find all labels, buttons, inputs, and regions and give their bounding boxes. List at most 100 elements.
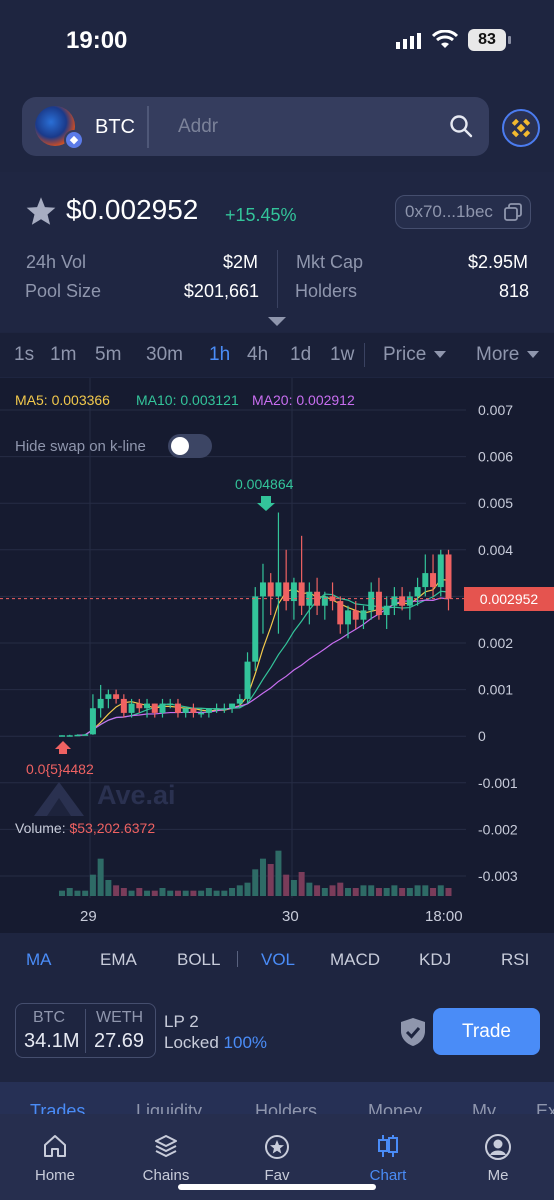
candle-body — [136, 703, 143, 709]
price-dropdown[interactable]: Price — [383, 344, 447, 366]
candle-body — [113, 694, 120, 699]
home-icon[interactable] — [42, 1133, 68, 1159]
y-axis-label: -0.003 — [478, 868, 518, 884]
volume-bar — [174, 890, 181, 896]
ave-logo-icon — [34, 782, 84, 816]
candle-body — [368, 591, 375, 611]
tab-1m[interactable]: 1m — [50, 344, 76, 366]
volume-bar — [128, 890, 135, 896]
copy-icon[interactable] — [503, 202, 523, 222]
indicator-ema[interactable]: EMA — [100, 950, 137, 970]
volume-bar — [437, 885, 444, 896]
volume-bar — [97, 858, 104, 896]
y-axis-label: 0.007 — [478, 402, 513, 418]
chevron-down-icon — [527, 351, 540, 359]
indicator-macd[interactable]: MACD — [330, 950, 380, 970]
volume-bar — [66, 888, 73, 896]
ma10-label: MA10: 0.003121 — [136, 392, 239, 408]
bnb-chain-logo[interactable] — [502, 109, 540, 147]
contract-address: 0x70...1bec — [405, 202, 493, 221]
timeframe-divider — [364, 343, 365, 367]
tab-1s[interactable]: 1s — [14, 344, 34, 366]
search-icon[interactable] — [449, 114, 473, 138]
tab-1h[interactable]: 1h — [209, 344, 230, 366]
volume-bar — [345, 888, 352, 896]
indicator-rsi[interactable]: RSI — [501, 950, 529, 970]
volume-bar — [430, 888, 437, 896]
pool-size-value: $201,661 — [183, 281, 259, 301]
indicator-kdj[interactable]: KDJ — [419, 950, 451, 970]
nav-chains[interactable]: Chains — [126, 1167, 206, 1184]
candle-body — [259, 582, 266, 597]
volume-bar — [244, 882, 251, 896]
candlestick-chart[interactable]: 0.0070.0060.0050.0040.0030.0020.0010-0.0… — [0, 378, 554, 933]
candle-body — [182, 708, 189, 713]
current-price-tag: 0.002952 — [464, 587, 554, 611]
volume-bar — [445, 888, 452, 896]
indicator-boll[interactable]: BOLL — [177, 950, 220, 970]
volume-bar — [82, 890, 89, 896]
candle-body — [190, 708, 197, 713]
home-indicator — [178, 1184, 376, 1190]
candle-body — [221, 708, 228, 710]
person-icon[interactable] — [484, 1133, 512, 1161]
volume-bar — [136, 888, 143, 896]
nav-fav[interactable]: Fav — [237, 1167, 317, 1184]
nav-chart[interactable]: Chart — [348, 1167, 428, 1184]
candle-body — [128, 703, 135, 713]
volume-bar — [352, 888, 359, 896]
y-axis-label: 0.006 — [478, 449, 513, 465]
trade-button[interactable]: Trade — [433, 1008, 540, 1055]
mktcap-value: $2.95M — [467, 252, 528, 272]
volume-bar — [290, 880, 297, 896]
volume-bar — [399, 888, 406, 896]
chevron-down-icon — [434, 351, 447, 359]
volume-bar — [414, 885, 421, 896]
tab-5m[interactable]: 5m — [95, 344, 121, 366]
favorite-star-icon[interactable] — [25, 196, 57, 226]
candle-body — [406, 596, 413, 606]
mktcap-label: Mkt Cap — [296, 252, 364, 272]
star-badge-icon[interactable] — [263, 1133, 291, 1161]
candle-body — [144, 703, 151, 709]
volume-bar — [151, 890, 158, 896]
candles-icon[interactable] — [375, 1133, 401, 1159]
indicator-ma[interactable]: MA — [26, 950, 52, 970]
candle-body — [159, 703, 166, 713]
volume-bar — [59, 890, 65, 896]
candle-body — [391, 596, 398, 606]
expand-stats-arrow-icon[interactable] — [268, 317, 286, 326]
pool-separator — [85, 1009, 86, 1053]
candle-body — [205, 708, 212, 713]
indicator-vol[interactable]: VOL — [261, 950, 295, 970]
volume-bar — [74, 890, 81, 896]
layers-icon[interactable] — [153, 1133, 179, 1159]
volume-bar — [167, 890, 174, 896]
volume-bar — [190, 890, 197, 896]
volume-bar — [229, 888, 236, 896]
more-dropdown[interactable]: More — [476, 344, 540, 366]
tab-1d[interactable]: 1d — [290, 344, 311, 366]
locked-status: Locked 100% — [164, 1033, 267, 1053]
timeframe-bar — [0, 333, 554, 377]
token-symbol[interactable]: BTC — [95, 116, 135, 139]
tab-30m[interactable]: 30m — [146, 344, 183, 366]
volume-label: Volume: $53,202.6372 — [15, 820, 155, 836]
shield-check-icon[interactable] — [399, 1016, 427, 1048]
tab-1w[interactable]: 1w — [330, 344, 354, 366]
volume-bar — [406, 888, 413, 896]
candle-body — [66, 735, 73, 737]
volume-bar — [283, 874, 290, 896]
ma5-label: MA5: 0.003366 — [15, 392, 110, 408]
candle-body — [414, 587, 421, 597]
nav-me[interactable]: Me — [458, 1167, 538, 1184]
volume-bar — [375, 888, 382, 896]
address-search-input[interactable] — [165, 106, 425, 148]
nav-home[interactable]: Home — [15, 1167, 95, 1184]
tab-4h[interactable]: 4h — [247, 344, 268, 366]
y-axis-label: 0 — [478, 728, 486, 744]
volume-bar — [221, 890, 228, 896]
ma20-label: MA20: 0.002912 — [252, 392, 355, 408]
y-axis-label: -0.002 — [478, 821, 518, 837]
token-price: $0.002952 — [66, 194, 199, 225]
